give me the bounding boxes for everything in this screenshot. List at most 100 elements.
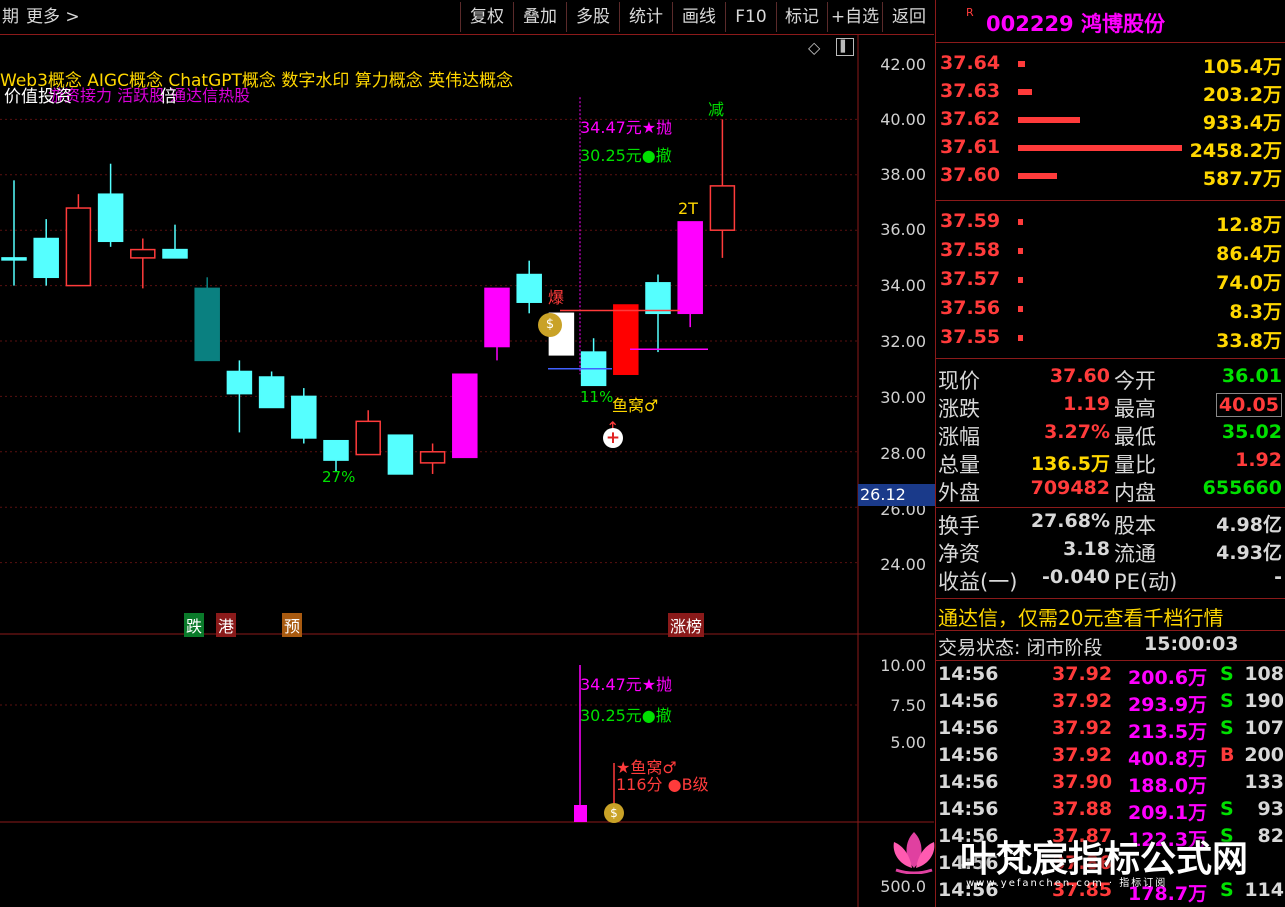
tick-price: 37.92 [1052, 717, 1113, 739]
value-invest-label: 价值投资 [4, 87, 72, 107]
stat-row: 外盘 709482 内盘 655660 [936, 477, 1285, 505]
ask-row[interactable]: 37.60 587.7万 [936, 164, 1285, 192]
back-button[interactable]: 返回 [882, 2, 935, 32]
stat-label: 股本 [1114, 514, 1156, 538]
candle-body [162, 248, 188, 259]
statistics-button[interactable]: 统计 [619, 2, 672, 32]
candle-body [484, 287, 510, 348]
sub-cancel-label: 30.25元●撤 [580, 706, 672, 725]
ask-row[interactable]: 37.61 2458.2万 [936, 136, 1285, 164]
bid-volume-bar [1018, 277, 1023, 283]
tick-row: 14:56 37.90 188.0万 133 [936, 771, 1285, 799]
ask-volume: 2458.2万 [1189, 140, 1282, 162]
tag-rank[interactable]: 涨榜 [668, 613, 705, 637]
tag-drop[interactable]: 跌 [184, 613, 205, 637]
tick-side: S [1220, 798, 1234, 820]
current-price-tag: 26.12 [858, 484, 936, 506]
stat-row: 涨幅 3.27% 最低 35.02 [936, 421, 1285, 449]
bid-row[interactable]: 37.58 86.4万 [936, 239, 1285, 267]
tick-volume: 400.8万 [1128, 748, 1208, 770]
ask-volume-bar [1018, 89, 1032, 95]
add-watchlist-button[interactable]: +自选 [827, 2, 882, 32]
candle-body [645, 282, 671, 315]
overlay-button[interactable]: 叠加 [513, 2, 566, 32]
candles-layer [1, 119, 736, 475]
tick-price: 37.92 [1052, 690, 1113, 712]
tick-count: 82 [1257, 825, 1284, 847]
candle-body [323, 439, 349, 461]
ask-row[interactable]: 37.62 933.4万 [936, 108, 1285, 136]
tick-row: 14:56 37.92 293.9万 S 190 [936, 690, 1285, 718]
fuquan-button[interactable]: 复权 [460, 2, 513, 32]
bid-row[interactable]: 37.57 74.0万 [936, 268, 1285, 296]
bid-volume: 74.0万 [1216, 272, 1282, 294]
bid-row[interactable]: 37.59 12.8万 [936, 210, 1285, 238]
tick-count: 190 [1244, 690, 1284, 712]
ask-row[interactable]: 37.64 105.4万 [936, 52, 1285, 80]
trade-status: 交易状态: 闭市阶段 [938, 637, 1103, 659]
stock-code-name[interactable]: 002229 鸿博股份 [986, 8, 1165, 38]
y-tick: 30.00 [880, 388, 926, 407]
stat-row: 涨跌 1.19 最高 40.05 [936, 393, 1285, 421]
mark-button[interactable]: 标记 [776, 2, 827, 32]
f10-button[interactable]: F10 [725, 2, 776, 32]
multi-stock-button[interactable]: 多股 [566, 2, 619, 32]
tick-count: 93 [1257, 798, 1284, 820]
tick-side: S [1220, 879, 1234, 901]
stat2-row: 收益(一) -0.040 PE(动) - [936, 566, 1285, 594]
tick-side: S [1220, 717, 1234, 739]
ask-volume: 105.4万 [1202, 56, 1282, 78]
stat-label: 净资 [938, 542, 980, 566]
y-tick: 38.00 [880, 165, 926, 184]
candle-body [613, 304, 639, 375]
y-tick: 40.00 [880, 110, 926, 129]
tag-hk[interactable]: 港 [216, 613, 237, 637]
stat-value: -0.040 [1042, 566, 1110, 588]
fish-nest-label: 鱼窝♂ [612, 396, 659, 415]
sub-y-tick: 10.00 [880, 656, 926, 675]
stat-value: 27.68% [1030, 510, 1110, 532]
candle-body [419, 451, 446, 464]
y-tick: 28.00 [880, 444, 926, 463]
more-menu[interactable]: 更多 > [26, 2, 80, 32]
ask-row[interactable]: 37.63 203.2万 [936, 80, 1285, 108]
draw-line-button[interactable]: 画线 [672, 2, 725, 32]
stat2-row: 换手 27.68% 股本 4.98亿 [936, 510, 1285, 538]
kline-chart[interactable] [0, 35, 934, 907]
tick-volume: 213.5万 [1128, 721, 1208, 743]
tick-price: 37.92 [1052, 744, 1113, 766]
candle-body [130, 248, 156, 259]
vol-y-tick: 500.0 [880, 877, 926, 896]
candle-body [516, 273, 542, 303]
candle-body [226, 370, 253, 395]
stat-label: 涨跌 [938, 397, 980, 421]
tick-side: B [1220, 744, 1235, 766]
tick-volume: 293.9万 [1128, 694, 1208, 716]
bid-price: 37.58 [940, 239, 1001, 261]
tag-forecast[interactable]: 预 [282, 613, 303, 637]
tick-time: 14:56 [938, 798, 999, 820]
stat-label: 收益(一) [938, 570, 1018, 594]
promo-banner[interactable]: 通达信，仅需20元查看千档行情 [938, 602, 1223, 631]
ask-volume-bar [1018, 173, 1058, 179]
period-label[interactable]: 期 [2, 2, 19, 32]
bid-row[interactable]: 37.56 8.3万 [936, 297, 1285, 325]
bid-volume: 86.4万 [1216, 243, 1282, 265]
sub-grade-label: 116分 ●B级 [616, 775, 709, 794]
tick-row: 14:56 37.92 200.6万 S 108 [936, 663, 1285, 691]
stat-label: 最低 [1114, 425, 1156, 449]
cancel-price-label: 30.25元●撤 [580, 146, 672, 165]
twoT-label: 2T [678, 199, 698, 218]
tick-row: 14:56 37.92 400.8万 B 200 [936, 744, 1285, 772]
burst-label: 爆 [548, 288, 565, 307]
bid-row[interactable]: 37.55 33.8万 [936, 326, 1285, 354]
stat-value: 1.19 [1063, 393, 1110, 415]
tick-time: 14:56 [938, 771, 999, 793]
plus-circle-icon[interactable]: + [603, 428, 623, 448]
bid-volume: 12.8万 [1216, 214, 1282, 236]
bid-volume: 33.8万 [1216, 330, 1282, 352]
stat-value: 1.92 [1235, 449, 1282, 471]
candle-body [258, 376, 285, 409]
stat-row: 现价 37.60 今开 36.01 [936, 365, 1285, 393]
stat2-row: 净资 3.18 流通 4.93亿 [936, 538, 1285, 566]
